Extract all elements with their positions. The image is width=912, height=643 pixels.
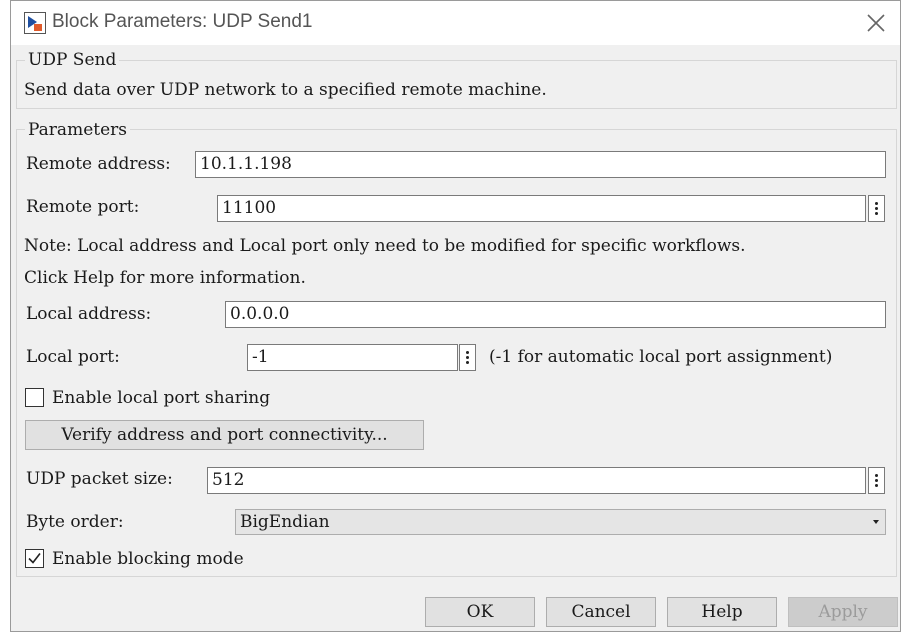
parameters-group-title: Parameters <box>25 120 130 140</box>
simulink-block-icon <box>24 12 46 34</box>
cancel-button[interactable]: Cancel <box>546 597 656 627</box>
checkmark-icon <box>28 553 41 564</box>
note-line-2: Click Help for more information. <box>24 268 306 288</box>
remote-port-options-button[interactable] <box>868 195 885 222</box>
title-bar: Block Parameters: UDP Send1 <box>11 1 900 45</box>
window-title: Block Parameters: UDP Send1 <box>52 11 313 32</box>
remote-address-label: Remote address: <box>26 154 171 174</box>
block-parameters-dialog: Block Parameters: UDP Send1 UDP Send Sen… <box>10 0 901 632</box>
help-button[interactable]: Help <box>667 597 777 627</box>
packet-size-input[interactable]: 512 <box>207 467 866 494</box>
byte-order-label: Byte order: <box>26 512 124 532</box>
description-group-title: UDP Send <box>25 50 120 70</box>
more-options-icon <box>466 351 469 354</box>
local-address-label: Local address: <box>26 304 152 324</box>
local-port-hint: (-1 for automatic local port assignment) <box>489 347 833 367</box>
byte-order-select[interactable]: BigEndian <box>235 509 886 535</box>
local-port-sharing-label: Enable local port sharing <box>52 388 271 408</box>
remote-port-label: Remote port: <box>26 197 140 217</box>
remote-port-input[interactable]: 11100 <box>217 195 866 222</box>
local-port-label: Local port: <box>26 347 120 367</box>
dropdown-arrow-icon <box>873 520 879 524</box>
remote-address-input[interactable]: 10.1.1.198 <box>195 151 886 178</box>
note-line-1: Note: Local address and Local port only … <box>24 236 746 256</box>
more-options-icon <box>875 202 878 205</box>
block-description: Send data over UDP network to a specifie… <box>24 80 547 100</box>
apply-button[interactable]: Apply <box>788 597 898 627</box>
byte-order-selected-value: BigEndian <box>240 512 330 532</box>
local-port-sharing-checkbox[interactable] <box>25 388 44 407</box>
local-port-input[interactable]: -1 <box>247 344 458 371</box>
blocking-mode-label: Enable blocking mode <box>52 549 244 569</box>
ok-button[interactable]: OK <box>425 597 535 627</box>
more-options-icon <box>875 474 878 477</box>
close-icon[interactable] <box>864 11 888 35</box>
verify-connectivity-button[interactable]: Verify address and port connectivity... <box>25 420 424 450</box>
local-address-input[interactable]: 0.0.0.0 <box>225 301 886 328</box>
packet-size-label: UDP packet size: <box>26 469 173 489</box>
local-port-options-button[interactable] <box>459 344 476 371</box>
blocking-mode-checkbox[interactable] <box>25 549 44 568</box>
packet-size-options-button[interactable] <box>868 467 885 494</box>
